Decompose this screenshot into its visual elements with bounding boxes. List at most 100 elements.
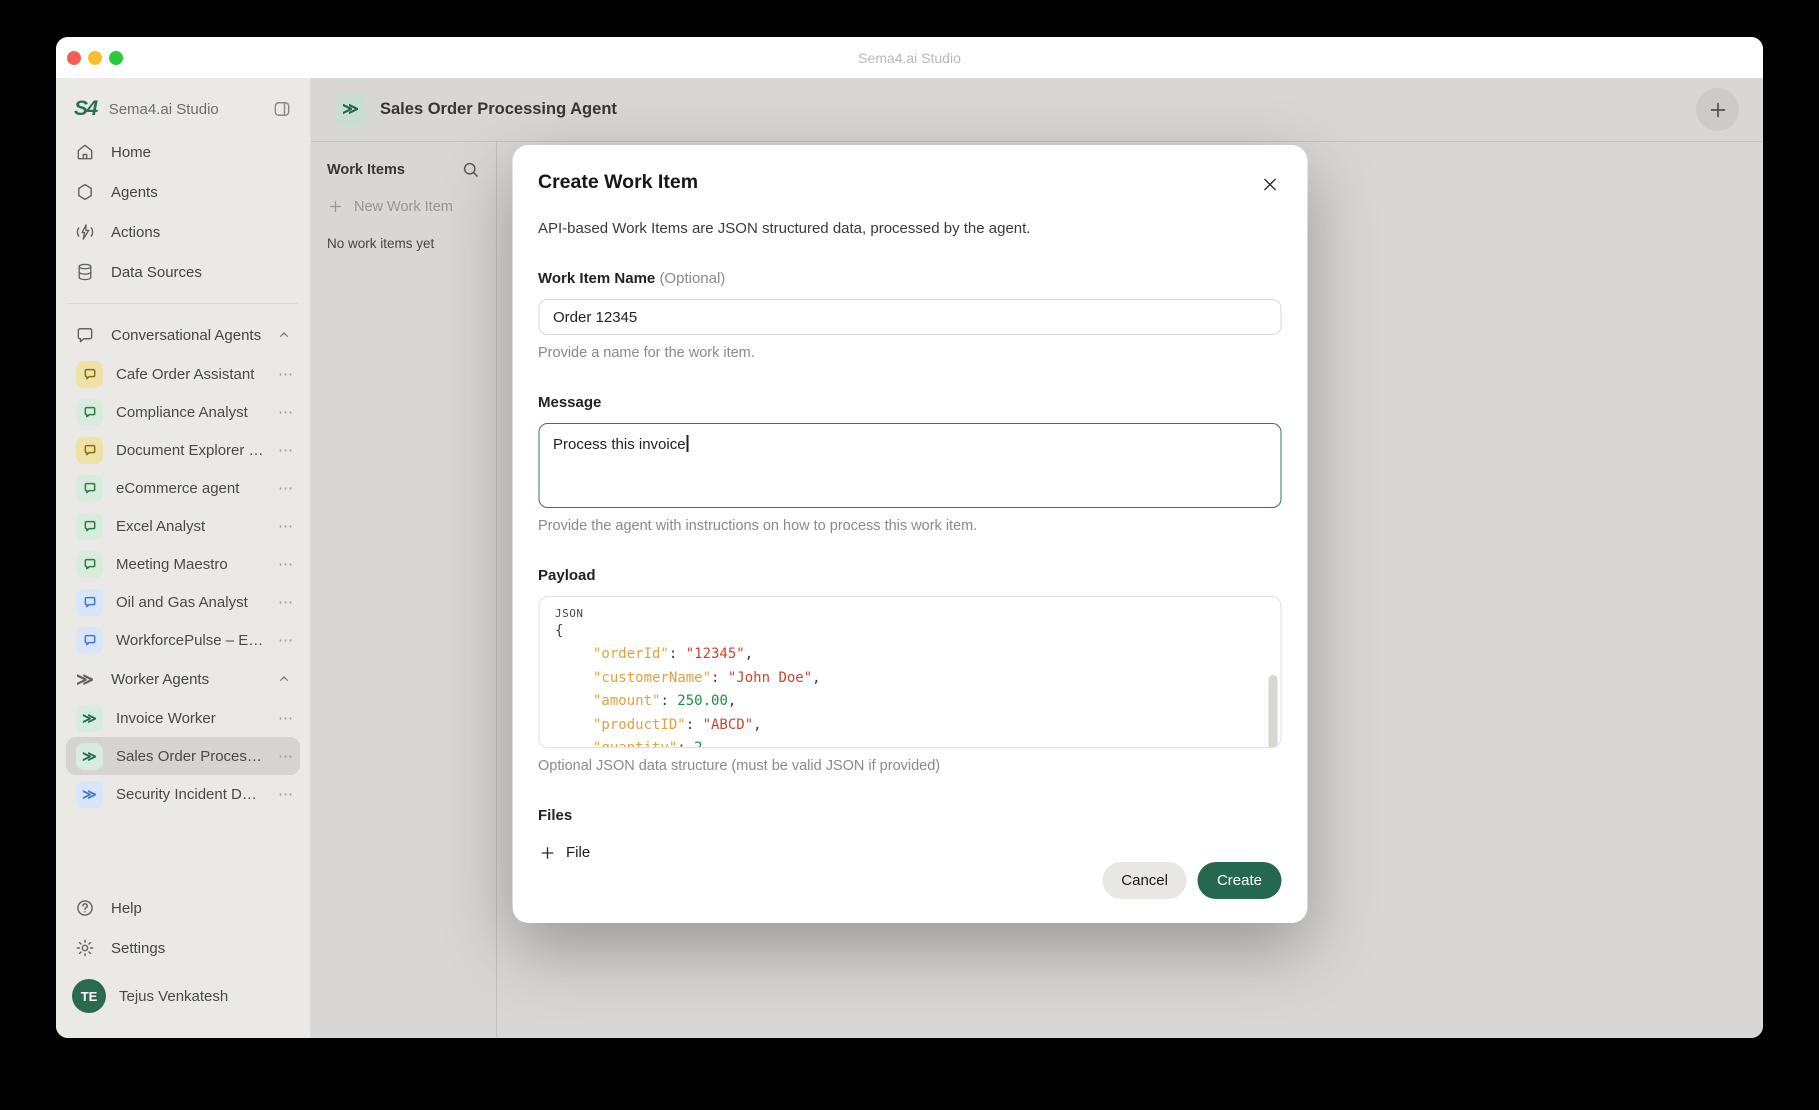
chat-bubble-icon (74, 324, 96, 346)
work-items-title: Work Items (327, 162, 405, 178)
editor-scrollbar[interactable] (1268, 675, 1277, 748)
sidebar-item-label: Actions (111, 224, 160, 241)
sidebar-item-security-incident[interactable]: ≫ Security Incident D… ⋯ (66, 775, 300, 813)
more-options-icon[interactable]: ⋯ (278, 365, 294, 383)
agent-label: Excel Analyst (116, 518, 272, 535)
create-button[interactable]: Create (1198, 862, 1281, 899)
sidebar-item-compliance-analyst[interactable]: Compliance Analyst ⋯ (66, 393, 300, 431)
code-line: "amount"250.00 (555, 690, 1262, 714)
agent-label: Compliance Analyst (116, 404, 272, 421)
new-work-item-button[interactable]: New Work Item (327, 198, 480, 215)
chat-agent-icon (76, 475, 103, 502)
message-field-label: Message (538, 394, 1281, 411)
add-button[interactable] (1696, 88, 1739, 131)
name-field-label: Work Item Name (Optional) (538, 270, 1281, 287)
agent-label: Cafe Order Assistant (116, 366, 272, 383)
message-textarea[interactable]: Process this invoice (538, 423, 1281, 508)
more-options-icon[interactable]: ⋯ (278, 593, 294, 611)
empty-state-text: No work items yet (327, 236, 480, 251)
sidebar-item-cafe-order-assistant[interactable]: Cafe Order Assistant ⋯ (66, 355, 300, 393)
chat-agent-icon (76, 399, 103, 426)
chat-agent-icon (76, 551, 103, 578)
code-line: { (555, 620, 1262, 644)
worker-agent-icon: ≫ (76, 781, 103, 808)
chevron-up-icon[interactable] (276, 671, 292, 687)
worker-agent-icon: ≫ (335, 94, 366, 125)
work-items-panel: Work Items New Work Item No work items y… (311, 142, 497, 1038)
sidebar-item-settings[interactable]: Settings (66, 928, 300, 968)
database-icon (74, 261, 96, 283)
sidebar-item-ecommerce-agent[interactable]: eCommerce agent ⋯ (66, 469, 300, 507)
sidebar-item-document-explorer[interactable]: Document Explorer … ⋯ (66, 431, 300, 469)
agent-label: Oil and Gas Analyst (116, 594, 272, 611)
more-options-icon[interactable]: ⋯ (278, 747, 294, 765)
agent-label: Sales Order Proces… (116, 748, 272, 765)
code-line: "productID""ABCD" (555, 714, 1262, 738)
sidebar-item-meeting-maestro[interactable]: Meeting Maestro ⋯ (66, 545, 300, 583)
chat-agent-icon (76, 361, 103, 388)
more-options-icon[interactable]: ⋯ (278, 441, 294, 459)
sidebar-item-label: Settings (111, 940, 165, 957)
add-file-label: File (566, 844, 590, 861)
work-item-name-input[interactable] (538, 299, 1281, 335)
sidebar-item-invoice-worker[interactable]: ≫ Invoice Worker ⋯ (66, 699, 300, 737)
gear-icon (74, 937, 96, 959)
sidebar-item-sales-order-processing[interactable]: ≫ Sales Order Proces… ⋯ (66, 737, 300, 775)
more-options-icon[interactable]: ⋯ (278, 631, 294, 649)
more-options-icon[interactable]: ⋯ (278, 403, 294, 421)
home-icon (74, 141, 96, 163)
more-options-icon[interactable]: ⋯ (278, 709, 294, 727)
chat-agent-icon (76, 437, 103, 464)
sidebar-item-label: Data Sources (111, 264, 202, 281)
page-title: Sales Order Processing Agent (380, 100, 1696, 119)
brand-name: Sema4.ai Studio (109, 101, 272, 118)
sidebar-item-workforcepulse[interactable]: WorkforcePulse – E… ⋯ (66, 621, 300, 659)
close-icon[interactable] (1258, 173, 1281, 196)
agent-label: WorkforcePulse – E… (116, 632, 272, 649)
help-icon (74, 897, 96, 919)
sidebar: S4 Sema4.ai Studio Home Agen (56, 78, 310, 1038)
chat-agent-icon (76, 589, 103, 616)
worker-agent-icon: ≫ (76, 705, 103, 732)
sidebar-item-help[interactable]: Help (66, 888, 300, 928)
sidebar-item-label: Home (111, 144, 151, 161)
section-worker-agents[interactable]: ≫ Worker Agents (66, 659, 300, 699)
sidebar-item-agents[interactable]: Agents (66, 172, 300, 212)
brand-row: S4 Sema4.ai Studio (66, 86, 300, 132)
modal-title: Create Work Item (538, 171, 1258, 194)
titlebar: Sema4.ai Studio (56, 37, 1763, 78)
section-label: Conversational Agents (111, 327, 261, 344)
section-label: Worker Agents (111, 671, 209, 688)
more-options-icon[interactable]: ⋯ (278, 479, 294, 497)
message-field-helper: Provide the agent with instructions on h… (538, 518, 1281, 534)
search-icon[interactable] (461, 160, 480, 179)
sidebar-item-oil-and-gas-analyst[interactable]: Oil and Gas Analyst ⋯ (66, 583, 300, 621)
code-line: "customerName""John Doe" (555, 667, 1262, 691)
sidebar-item-label: Help (111, 900, 142, 917)
worker-agents-icon: ≫ (74, 668, 96, 690)
agent-label: Security Incident D… (116, 786, 272, 803)
more-options-icon[interactable]: ⋯ (278, 555, 294, 573)
message-value: Process this invoice (553, 436, 686, 453)
name-field-helper: Provide a name for the work item. (538, 345, 1281, 361)
agent-header: ≫ Sales Order Processing Agent (311, 78, 1763, 142)
collapse-sidebar-icon[interactable] (272, 99, 292, 119)
add-file-button[interactable]: File (538, 844, 1281, 862)
sidebar-item-excel-analyst[interactable]: Excel Analyst ⋯ (66, 507, 300, 545)
sidebar-item-label: Agents (111, 184, 158, 201)
sidebar-item-home[interactable]: Home (66, 132, 300, 172)
lightning-icon (74, 221, 96, 243)
sidebar-item-data-sources[interactable]: Data Sources (66, 252, 300, 292)
code-language-badge: JSON (555, 607, 1262, 620)
more-options-icon[interactable]: ⋯ (278, 785, 294, 803)
payload-json-editor[interactable]: JSON { "orderId""12345" "customerName""J… (538, 596, 1281, 748)
avatar: TE (72, 979, 106, 1013)
code-line: "orderId""12345" (555, 643, 1262, 667)
section-conversational-agents[interactable]: Conversational Agents (66, 315, 300, 355)
sidebar-item-actions[interactable]: Actions (66, 212, 300, 252)
more-options-icon[interactable]: ⋯ (278, 517, 294, 535)
cancel-button[interactable]: Cancel (1102, 862, 1187, 899)
user-row[interactable]: TE Tejus Venkatesh (66, 972, 300, 1020)
chevron-up-icon[interactable] (276, 327, 292, 343)
agent-label: eCommerce agent (116, 480, 272, 497)
